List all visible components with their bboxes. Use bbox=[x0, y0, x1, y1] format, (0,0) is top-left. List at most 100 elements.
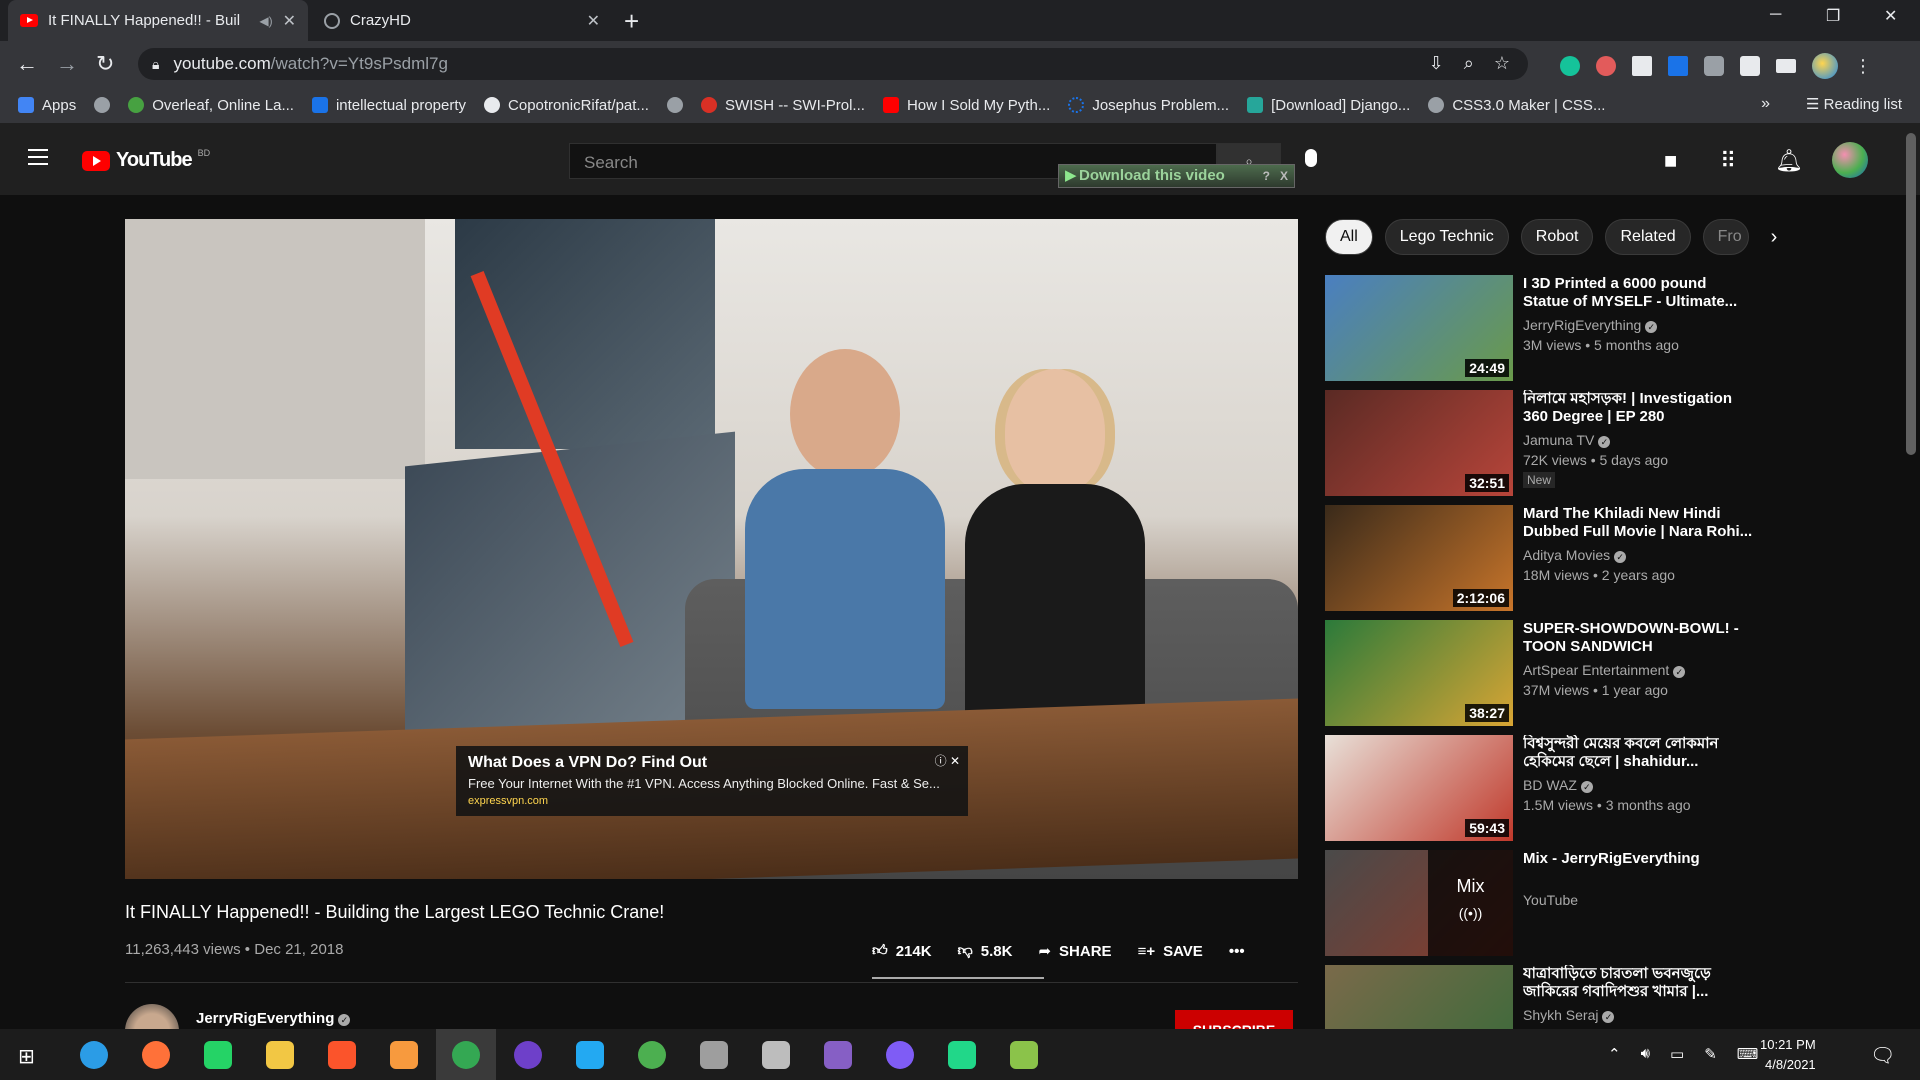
whatsapp-icon[interactable] bbox=[204, 1041, 232, 1069]
save-button[interactable]: ≡+ SAVE bbox=[1138, 943, 1203, 960]
tab-youtube-video[interactable]: It FINALLY Happened!! - Buil ◀) ✕ bbox=[8, 0, 308, 41]
like-button[interactable]: 👍︎ 214K bbox=[872, 942, 932, 960]
search-icon[interactable] bbox=[80, 1041, 108, 1069]
bookmark-josephus[interactable]: Josephus Problem... bbox=[1068, 97, 1229, 114]
bookmark-star-icon[interactable]: ☆ bbox=[1494, 53, 1510, 74]
chip-related[interactable]: Related bbox=[1605, 219, 1691, 255]
puzzle-icon[interactable] bbox=[1740, 56, 1760, 76]
video-thumbnail[interactable]: Mix ((•)) bbox=[1325, 850, 1513, 956]
reload-icon[interactable]: ↻ bbox=[96, 51, 114, 77]
microphone-icon[interactable] bbox=[1305, 149, 1317, 167]
chevron-right-icon[interactable]: › bbox=[1771, 226, 1778, 249]
install-icon[interactable]: ⇩ bbox=[1429, 53, 1444, 74]
explorer-icon[interactable] bbox=[266, 1041, 294, 1069]
restore-icon[interactable]: ❐ bbox=[1826, 6, 1840, 26]
sublime-icon[interactable] bbox=[390, 1041, 418, 1069]
address-bar[interactable]: 🔒︎ youtube.com/watch?v=Yt9sPsdml7g ⇩ ⌕ ☆ bbox=[138, 48, 1528, 80]
extension-icon[interactable] bbox=[1596, 56, 1616, 76]
notifications-bell-icon[interactable]: 🔔︎ bbox=[1775, 148, 1803, 174]
video-thumbnail[interactable]: 59:43 bbox=[1325, 735, 1513, 841]
recommendation-title[interactable]: নিলামে মহাসড়ক! | Investigation 360 Degr… bbox=[1523, 390, 1753, 426]
download-this-video-button[interactable]: ▶ Download this video ? X bbox=[1058, 164, 1295, 188]
window-close-icon[interactable]: ✕ bbox=[1884, 6, 1897, 26]
grammarly-icon[interactable] bbox=[1560, 56, 1580, 76]
bookmark-swish[interactable]: SWISH -- SWI-Prol... bbox=[700, 97, 865, 114]
recommendation-title[interactable]: SUPER-SHOWDOWN-BOWL! - TOON SANDWICH bbox=[1523, 620, 1753, 656]
recommendation-channel[interactable]: BD WAZ ✓ bbox=[1523, 777, 1593, 793]
menu-dots-icon[interactable]: ⋮ bbox=[1854, 56, 1872, 77]
chip-robot[interactable]: Robot bbox=[1520, 219, 1594, 255]
apps-grid-icon[interactable]: ⠿ bbox=[1720, 148, 1736, 174]
more-actions-icon[interactable]: ••• bbox=[1229, 943, 1245, 960]
zoom-icon[interactable]: ⌕ bbox=[1464, 53, 1474, 74]
bookmark-globe[interactable] bbox=[666, 97, 683, 113]
channel-name[interactable]: JerryRigEverything ✓ bbox=[196, 1010, 351, 1027]
chip-from[interactable]: Fro bbox=[1702, 219, 1749, 255]
excel-icon[interactable] bbox=[1010, 1041, 1038, 1069]
close-tab-icon[interactable]: ✕ bbox=[283, 11, 296, 31]
bookmark-github[interactable]: CopotronicRifat/pat... bbox=[484, 97, 649, 114]
recommendation-channel[interactable]: Shykh Seraj ✓ bbox=[1523, 1007, 1615, 1023]
keyboard-icon[interactable]: ⌨ bbox=[1737, 1045, 1759, 1063]
clock[interactable]: 10:21 PM 4/8/2021 bbox=[1760, 1035, 1816, 1075]
ad-info-close-icon[interactable]: ⓘ ✕ bbox=[935, 752, 960, 769]
bookmark-css-maker[interactable]: CSS3.0 Maker | CSS... bbox=[1428, 97, 1605, 114]
minimize-icon[interactable]: ─ bbox=[1770, 6, 1781, 24]
new-tab-icon[interactable]: + bbox=[624, 6, 639, 37]
video-thumbnail[interactable]: 2:12:06 bbox=[1325, 505, 1513, 611]
video-player[interactable]: What Does a VPN Do? Find Out Free Your I… bbox=[125, 219, 1298, 879]
help-icon[interactable]: ? bbox=[1263, 165, 1270, 187]
chevron-up-icon[interactable]: ⌃ bbox=[1608, 1045, 1621, 1063]
recommendation-item[interactable]: 24:49 I 3D Printed a 6000 pound Statue of… bbox=[1325, 275, 1775, 385]
visualstudio-icon[interactable] bbox=[824, 1041, 852, 1069]
chip-all[interactable]: All bbox=[1325, 219, 1373, 255]
github-icon[interactable] bbox=[514, 1041, 542, 1069]
camera-icon[interactable] bbox=[1704, 56, 1724, 76]
bookmark-overleaf[interactable]: Overleaf, Online La... bbox=[128, 97, 294, 114]
extension-icon[interactable] bbox=[1632, 56, 1652, 76]
brave-icon[interactable] bbox=[328, 1041, 356, 1069]
bookmark-globe[interactable] bbox=[94, 97, 111, 113]
earth-icon[interactable] bbox=[638, 1041, 666, 1069]
vscode-icon[interactable] bbox=[576, 1041, 604, 1069]
recommendation-item[interactable]: 2:12:06 Mard The Khiladi New Hindi Dubbed… bbox=[1325, 505, 1775, 615]
chrome-icon[interactable] bbox=[452, 1041, 480, 1069]
bookmark-youtube[interactable]: How I Sold My Pyth... bbox=[882, 97, 1050, 114]
network-icon[interactable]: ▭ bbox=[1670, 1045, 1684, 1063]
windows-start-icon[interactable]: ⊞ bbox=[18, 1044, 35, 1069]
recommendation-channel[interactable]: Aditya Movies ✓ bbox=[1523, 547, 1627, 563]
ad-url[interactable]: expressvpn.com bbox=[468, 795, 956, 807]
search-input[interactable] bbox=[582, 152, 1086, 174]
scrollbar[interactable] bbox=[1906, 133, 1916, 455]
account-avatar[interactable] bbox=[1832, 142, 1868, 178]
chip-lego-technic[interactable]: Lego Technic bbox=[1384, 219, 1509, 255]
recommendation-channel[interactable]: ArtSpear Entertainment ✓ bbox=[1523, 662, 1686, 678]
hamburger-menu-icon[interactable] bbox=[28, 149, 48, 170]
profile-avatar[interactable] bbox=[1812, 53, 1838, 79]
notifications-icon[interactable]: 🗨︎ bbox=[1870, 1043, 1895, 1068]
pycharm-icon[interactable] bbox=[948, 1041, 976, 1069]
lock-icon[interactable]: 🔒︎ bbox=[152, 56, 159, 73]
speaker-icon[interactable]: ◀) bbox=[259, 14, 272, 28]
recommendation-channel[interactable]: Jamuna TV ✓ bbox=[1523, 432, 1611, 448]
close-tab-icon[interactable]: ✕ bbox=[587, 11, 600, 31]
share-button[interactable]: ➦ SHARE bbox=[1038, 942, 1111, 961]
tab-crazyhd[interactable]: CrazyHD ✕ bbox=[312, 0, 612, 41]
media-control-icon[interactable] bbox=[1776, 59, 1796, 73]
recommendation-title[interactable]: Mix - JerryRigEverything bbox=[1523, 850, 1753, 868]
back-icon[interactable]: ← bbox=[16, 51, 38, 77]
satellite-icon[interactable] bbox=[762, 1041, 790, 1069]
recommendation-item[interactable]: 38:27 SUPER-SHOWDOWN-BOWL! - TOON SANDWIC… bbox=[1325, 620, 1775, 730]
pen-icon[interactable]: ✎ bbox=[1704, 1045, 1717, 1063]
recommendation-title[interactable]: Mard The Khiladi New Hindi Dubbed Full M… bbox=[1523, 505, 1753, 541]
forward-icon[interactable]: → bbox=[56, 51, 78, 77]
more-bookmarks-icon[interactable]: » bbox=[1761, 95, 1770, 113]
recommendation-item[interactable]: 59:43 বিশ্বসুন্দরী মেয়ের কবলে লোকমান হেক… bbox=[1325, 735, 1775, 845]
video-thumbnail[interactable]: 24:49 bbox=[1325, 275, 1513, 381]
youtube-logo[interactable]: YouTube BD bbox=[82, 148, 210, 172]
video-thumbnail[interactable]: 32:51 bbox=[1325, 390, 1513, 496]
overlay-ad[interactable]: What Does a VPN Do? Find Out Free Your I… bbox=[456, 746, 968, 816]
volume-icon[interactable]: 🔊︎ bbox=[1641, 1045, 1650, 1063]
bookmark-intellectual-property[interactable]: intellectual property bbox=[311, 97, 466, 114]
recommendation-title[interactable]: বিশ্বসুন্দরী মেয়ের কবলে লোকমান হেকিমের … bbox=[1523, 735, 1753, 771]
